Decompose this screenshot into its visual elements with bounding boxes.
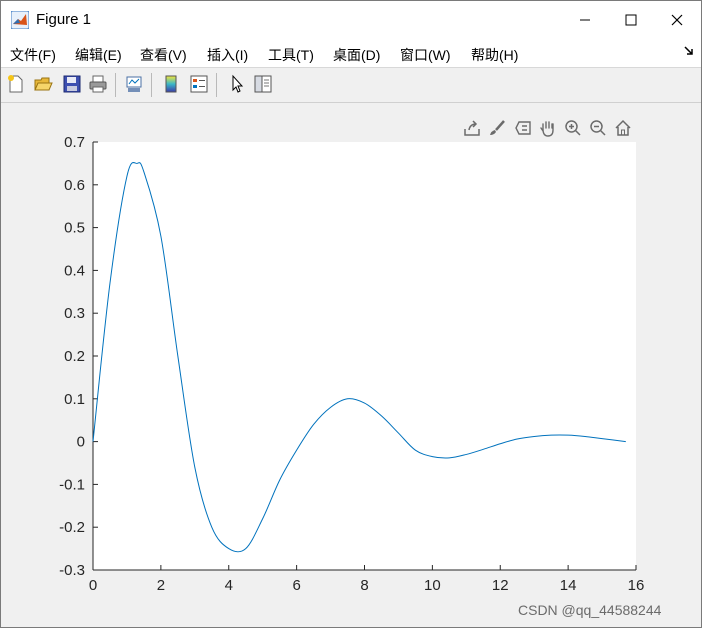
menu-view[interactable]: 查看(V) <box>140 45 187 65</box>
close-icon <box>671 14 683 26</box>
new-figure-button[interactable] <box>4 72 28 96</box>
menu-file[interactable]: 文件(F) <box>10 45 56 65</box>
figure-toolbar <box>1 67 701 103</box>
property-editor-icon <box>254 75 272 93</box>
open-file-button[interactable] <box>31 72 55 96</box>
save-icon <box>63 75 81 93</box>
x-tick-label: 4 <box>225 577 233 594</box>
watermark-text: CSDN @qq_44588244 <box>518 602 662 618</box>
y-tick-label: 0.4 <box>64 262 85 279</box>
x-tick-label: 2 <box>157 577 165 594</box>
x-tick-label: 10 <box>424 577 441 594</box>
y-tick-label: 0.5 <box>64 220 85 237</box>
dock-arrow-icon[interactable] <box>684 46 694 56</box>
menu-bar: 文件(F) 编辑(E) 查看(V) 插入(I) 工具(T) 桌面(D) 窗口(W… <box>1 39 701 67</box>
x-tick-label: 14 <box>560 577 577 594</box>
x-tick-label: 6 <box>292 577 300 594</box>
y-tick-label: 0 <box>77 434 85 451</box>
toolbar-separator <box>216 73 217 97</box>
maximize-icon <box>625 14 637 26</box>
y-tick-label: 0.1 <box>64 391 85 408</box>
y-tick-label: -0.2 <box>59 519 85 536</box>
maximize-button[interactable] <box>608 1 654 39</box>
y-tick-label: -0.1 <box>59 476 85 493</box>
window-title: Figure 1 <box>36 11 92 28</box>
x-tick-label: 16 <box>628 577 645 594</box>
x-tick-label: 8 <box>360 577 368 594</box>
print-button[interactable] <box>86 72 110 96</box>
link-plot-button[interactable] <box>122 72 146 96</box>
minimize-icon <box>580 19 590 21</box>
axes-background <box>93 142 636 570</box>
menu-insert[interactable]: 插入(I) <box>207 45 248 65</box>
figure-window: Figure 1 文件(F) 编辑(E) 查看(V) 插入(I) 工具(T) 桌… <box>0 0 702 628</box>
print-icon <box>89 75 107 93</box>
matlab-logo-icon <box>11 11 29 29</box>
title-bar: Figure 1 <box>1 1 701 39</box>
link-plot-icon <box>126 76 142 92</box>
open-file-icon <box>34 77 53 91</box>
edit-plot-button[interactable] <box>225 72 249 96</box>
insert-legend-button[interactable] <box>187 72 211 96</box>
menu-window[interactable]: 窗口(W) <box>400 45 451 65</box>
menu-help[interactable]: 帮助(H) <box>471 45 518 65</box>
property-editor-button[interactable] <box>251 72 275 96</box>
new-figure-icon <box>8 75 23 93</box>
menu-desktop[interactable]: 桌面(D) <box>333 45 380 65</box>
toolbar-separator <box>151 73 152 97</box>
y-tick-label: 0.2 <box>64 348 85 365</box>
y-tick-label: 0.3 <box>64 305 85 322</box>
menu-edit[interactable]: 编辑(E) <box>75 45 122 65</box>
close-button[interactable] <box>654 1 700 39</box>
save-button[interactable] <box>60 72 84 96</box>
figure-canvas: 0 2 4 6 8 10 12 14 16 -0.3 -0.2 -0.1 0 0.1 0.2 0.3 0.4 0.… <box>59 134 645 594</box>
x-tick-label: 12 <box>492 577 509 594</box>
insert-legend-icon <box>190 75 208 93</box>
minimize-button[interactable] <box>562 1 608 39</box>
edit-plot-cursor-icon <box>232 74 244 93</box>
insert-colorbar-button[interactable] <box>159 72 183 96</box>
y-tick-label: -0.3 <box>59 562 85 579</box>
toolbar-separator <box>115 73 116 97</box>
insert-colorbar-icon <box>165 75 177 93</box>
x-tick-label: 0 <box>89 577 97 594</box>
y-tick-label: 0.7 <box>64 134 85 151</box>
y-tick-label: 0.6 <box>64 177 85 194</box>
menu-tools[interactable]: 工具(T) <box>268 45 314 65</box>
